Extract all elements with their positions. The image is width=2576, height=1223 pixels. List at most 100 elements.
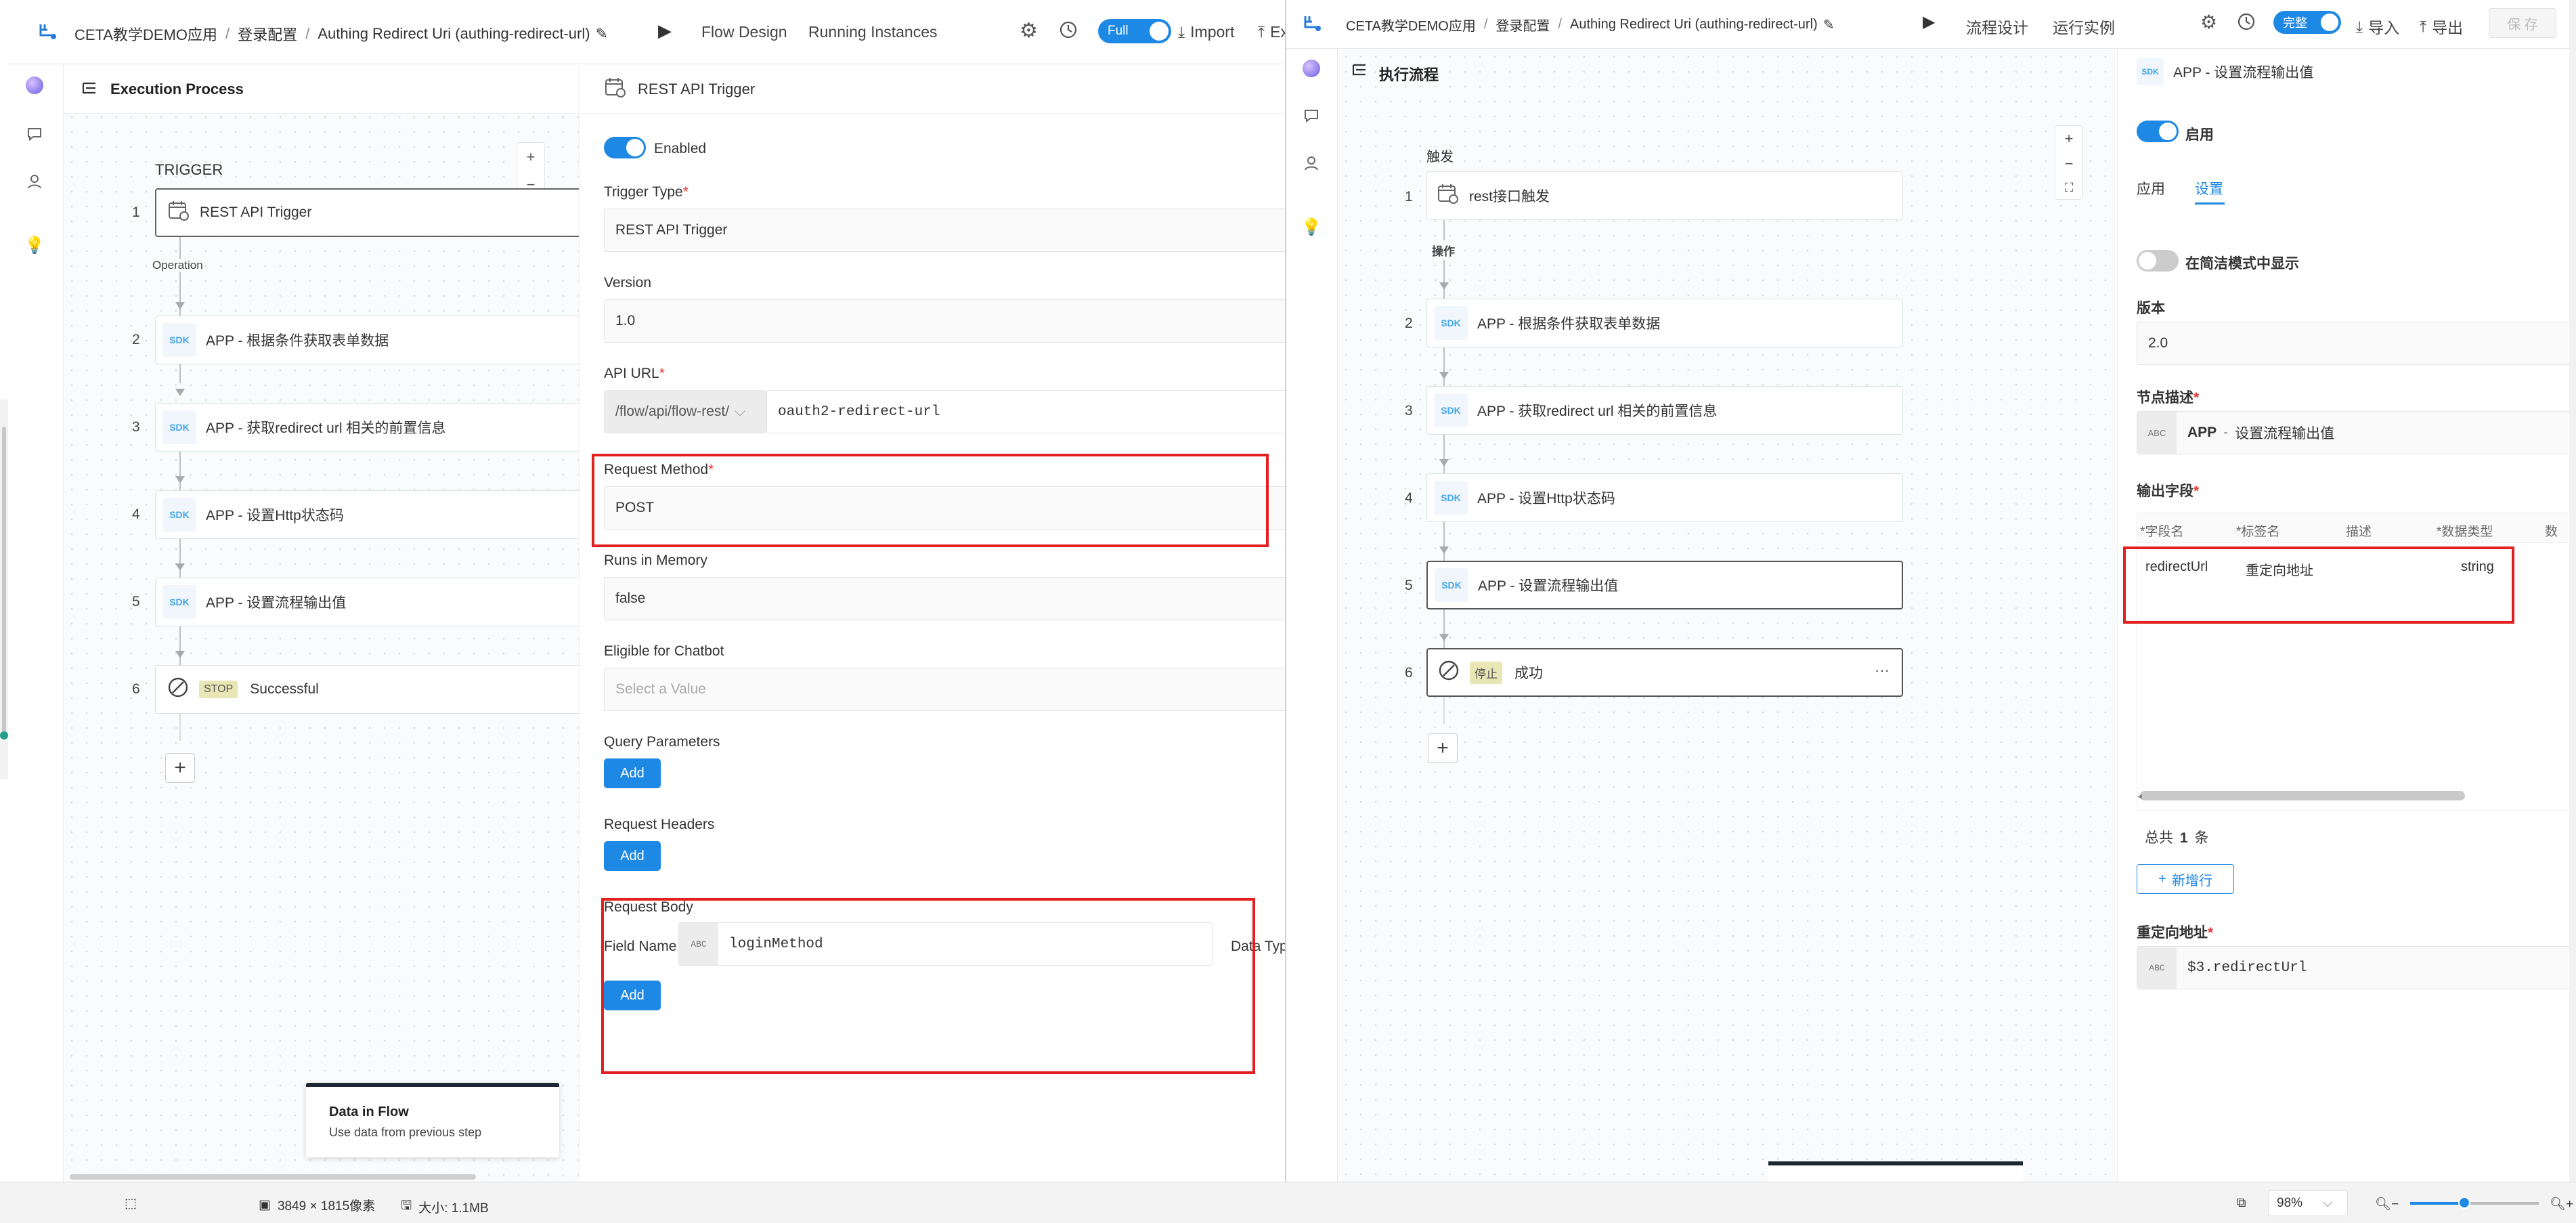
- window-vertical-scrollbar[interactable]: [2569, 0, 2576, 1182]
- add-row-button[interactable]: + 新增行: [2137, 864, 2234, 894]
- redirect-url-input[interactable]: ABC $3.redirectUrl: [2137, 946, 2576, 989]
- sidebar-chat-icon[interactable]: [1301, 106, 1322, 126]
- flow-node-app-set-http-status[interactable]: SDK APP - 设置Http状态码: [155, 490, 588, 539]
- add-request-header-button[interactable]: Add: [604, 841, 661, 871]
- zoom-slider-knob[interactable]: [2458, 1197, 2470, 1209]
- flow-node-trigger[interactable]: rest接口触发: [1426, 171, 1903, 220]
- tab-flow-design[interactable]: Flow Design: [701, 23, 787, 41]
- flow-node-app-set-http-status[interactable]: SDK APP - 设置Http状态码: [1426, 473, 1903, 522]
- node-desc-input[interactable]: ABC APP - 设置流程输出值: [2137, 411, 2576, 454]
- left-app-window: CETA教学DEMO应用 / 登录配置 / Authing Redirect Uri…: [8, 0, 1286, 1182]
- fit-screen-icon[interactable]: ⛶: [2065, 181, 2074, 195]
- settings-gear-icon[interactable]: ⚙: [1020, 19, 1038, 43]
- runs-in-memory-select[interactable]: false: [604, 577, 1285, 620]
- sidebar-chat-icon[interactable]: [24, 124, 45, 144]
- export-icon: ⤒: [2420, 17, 2427, 35]
- flow-node-trigger[interactable]: REST API Trigger: [155, 188, 588, 237]
- sidebar-ai-orb-icon[interactable]: [24, 75, 45, 95]
- zoom-in-button[interactable]: +: [527, 148, 536, 166]
- history-clock-icon[interactable]: [1059, 20, 1078, 43]
- simple-mode-toggle[interactable]: [2137, 250, 2179, 272]
- history-clock-icon[interactable]: [2237, 12, 2256, 35]
- breadcrumb-app[interactable]: CETA教学DEMO应用: [74, 23, 217, 45]
- chevron-down-icon: ⌵: [735, 404, 745, 419]
- flow-app-logo-icon[interactable]: [1301, 12, 1324, 35]
- run-play-icon[interactable]: ▶: [658, 20, 672, 41]
- tooltip-stub: [1768, 1161, 2023, 1182]
- scroll-left-arrow-icon[interactable]: ◂: [2137, 790, 2142, 802]
- add-step-button[interactable]: +: [1428, 733, 1458, 763]
- run-play-icon[interactable]: ▶: [1923, 12, 1935, 32]
- calendar-trigger-icon: [1437, 182, 1460, 209]
- step-number: 1: [1405, 189, 1413, 205]
- save-button[interactable]: 保 存: [2489, 8, 2556, 38]
- add-query-param-button[interactable]: Add: [604, 758, 661, 788]
- settings-gear-icon[interactable]: ⚙: [2200, 11, 2217, 33]
- flow-node-app-get-form-data[interactable]: SDK APP - 根据条件获取表单数据: [155, 316, 588, 364]
- mode-toggle-full[interactable]: Full: [1098, 19, 1171, 43]
- add-step-button[interactable]: +: [165, 753, 195, 783]
- import-button[interactable]: ⤓ Import: [1178, 23, 1234, 41]
- zoom-in-button[interactable]: +: [2065, 130, 2074, 148]
- table-horizontal-scrollbar[interactable]: [2140, 791, 2465, 800]
- zoom-out-icon[interactable]: 🔍︎−: [2375, 1196, 2399, 1212]
- connector-arrow: [175, 476, 185, 484]
- flow-node-app-get-redirect-info[interactable]: SDK APP - 获取redirect url 相关的前置信息: [155, 403, 588, 452]
- connector-arrow: [175, 389, 185, 396]
- tab-running-instances[interactable]: 运行实例: [2053, 15, 2115, 38]
- export-button[interactable]: ⤒ 导出: [2420, 15, 2463, 38]
- zoom-select[interactable]: 98% ⌵: [2268, 1190, 2348, 1216]
- api-url-prefix-select[interactable]: /flow/api/flow-rest/⌵: [604, 390, 766, 433]
- trigger-section-label: TRIGGER: [155, 161, 223, 178]
- sidebar-ai-orb-icon[interactable]: [1301, 58, 1322, 79]
- flow-app-logo-icon[interactable]: [37, 20, 60, 43]
- sdk-icon: SDK: [162, 498, 196, 532]
- enabled-toggle[interactable]: [2137, 121, 2179, 142]
- tab-running-instances[interactable]: Running Instances: [808, 23, 938, 41]
- step-number: 5: [132, 594, 140, 609]
- version-label: Version: [604, 275, 652, 291]
- edge-scrollbar[interactable]: [2, 427, 6, 738]
- trigger-type-select[interactable]: REST API Trigger: [604, 209, 1285, 252]
- enabled-toggle[interactable]: [604, 137, 646, 158]
- api-url-input[interactable]: oauth2-redirect-url: [766, 390, 1285, 433]
- dimensions-item: ▣ 3849 × 1815像素: [259, 1196, 375, 1214]
- screenshot-crop-icon[interactable]: ⬚: [125, 1196, 137, 1211]
- left-sidebar: 💡: [8, 64, 64, 1182]
- fit-window-icon[interactable]: ⧉: [2237, 1196, 2246, 1211]
- flow-node-app-set-output[interactable]: SDK APP - 设置流程输出值: [1426, 561, 1903, 609]
- more-options-icon[interactable]: ···: [1875, 662, 1890, 679]
- sidebar-user-icon[interactable]: [1301, 153, 1322, 173]
- flow-node-app-get-redirect-info[interactable]: SDK APP - 获取redirect url 相关的前置信息: [1426, 386, 1903, 435]
- breadcrumb-module[interactable]: 登录配置: [238, 23, 297, 45]
- canvas-horizontal-scrollbar[interactable]: [70, 1174, 476, 1180]
- zoom-slider[interactable]: [2410, 1197, 2539, 1209]
- export-label: Ex: [1270, 23, 1285, 41]
- zoom-in-icon[interactable]: 🔍︎+: [2550, 1196, 2573, 1212]
- left-flow-canvas[interactable]: Execution Process + − ⛶ TRIGGER 1 REST A…: [64, 65, 588, 1182]
- zoom-out-button[interactable]: −: [2065, 155, 2074, 173]
- export-button[interactable]: ⤒ Ex: [1258, 23, 1285, 41]
- tab-flow-design[interactable]: 流程设计: [1966, 15, 2028, 38]
- sidebar-user-icon[interactable]: [24, 171, 45, 192]
- eligible-chatbot-select[interactable]: Select a Value: [604, 668, 1285, 711]
- sidebar-lightbulb-icon[interactable]: 💡: [1301, 217, 1322, 237]
- version-input[interactable]: 2.0: [2137, 322, 2576, 365]
- flow-node-app-set-output[interactable]: SDK APP - 设置流程输出值: [155, 578, 588, 626]
- config-header: SDK APP - 设置流程输出值: [2118, 49, 2576, 94]
- import-button[interactable]: ⤓ 导入: [2356, 15, 2399, 38]
- breadcrumb-app[interactable]: CETA教学DEMO应用: [1346, 15, 1476, 35]
- edit-pencil-icon[interactable]: ✎: [1823, 16, 1835, 33]
- step-number: 2: [132, 332, 140, 347]
- mode-toggle-complete[interactable]: 完整: [2273, 11, 2341, 34]
- sidebar-lightbulb-icon[interactable]: 💡: [24, 235, 45, 255]
- flow-node-stop-successful[interactable]: STOP Successful: [155, 665, 588, 714]
- flow-node-stop-success[interactable]: 停止 成功 ···: [1426, 648, 1903, 697]
- right-flow-canvas[interactable]: 执行流程 + − ⛶ 触发 1 rest接口触发 操作 2 SDK APP - …: [1338, 49, 2117, 1182]
- tab-settings[interactable]: 设置: [2195, 178, 2223, 198]
- edit-pencil-icon[interactable]: ✎: [596, 25, 608, 43]
- tab-app[interactable]: 应用: [2137, 178, 2165, 198]
- flow-node-app-get-form-data[interactable]: SDK APP - 根据条件获取表单数据: [1426, 299, 1903, 347]
- breadcrumb-module[interactable]: 登录配置: [1496, 15, 1550, 35]
- version-input[interactable]: 1.0: [604, 299, 1285, 343]
